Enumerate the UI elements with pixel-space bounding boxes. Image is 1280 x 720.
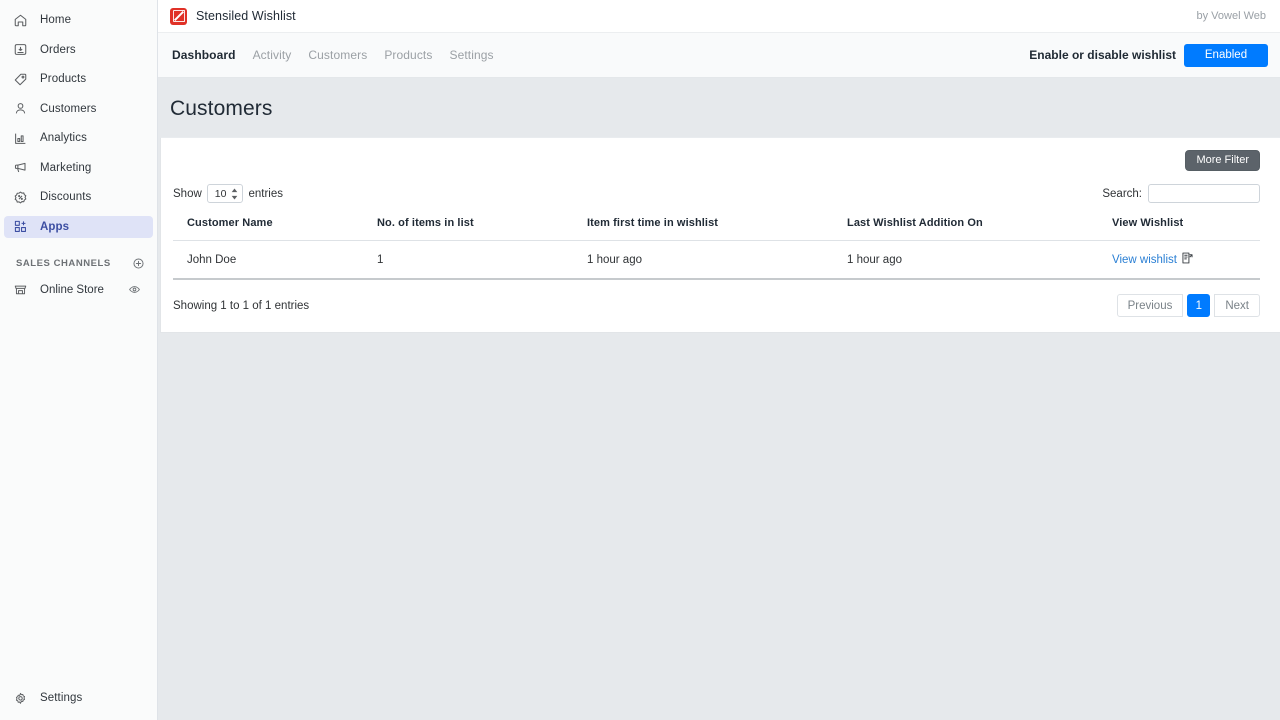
pagination-page-1-button[interactable]: 1	[1187, 294, 1211, 317]
sales-channels-heading: SALES CHANNELS	[16, 257, 111, 269]
tab-activity[interactable]: Activity	[253, 48, 292, 62]
more-filter-button[interactable]: More Filter	[1185, 150, 1260, 171]
column-header-last-addition[interactable]: Last Wishlist Addition On	[847, 217, 1112, 241]
column-header-items-in-list[interactable]: No. of items in list	[377, 217, 587, 241]
app-tab-bar: Dashboard Activity Customers Products Se…	[158, 33, 1280, 78]
sidebar-item-label: Analytics	[40, 132, 87, 144]
view-wishlist-group[interactable]: View wishlist	[1112, 252, 1193, 267]
analytics-bars-icon	[12, 130, 29, 147]
view-wishlist-link[interactable]: View wishlist	[1112, 254, 1177, 266]
sidebar: Home Orders Products Customers Analytics…	[0, 0, 158, 720]
app-byline: by Vowel Web	[1196, 10, 1266, 22]
sidebar-item-customers[interactable]: Customers	[4, 98, 153, 120]
sidebar-item-marketing[interactable]: Marketing	[4, 157, 153, 179]
sales-channels-header: SALES CHANNELS	[16, 257, 145, 270]
table-controls-row: Show 10 entries Search:	[173, 184, 1260, 203]
cell-customer-name: John Doe	[173, 240, 377, 280]
page-title-bar: Customers	[158, 78, 1280, 137]
cell-items-in-list: 1	[377, 240, 587, 280]
sidebar-item-settings[interactable]: Settings	[4, 687, 153, 709]
sidebar-item-products[interactable]: Products	[4, 68, 153, 90]
table-footer-row: Showing 1 to 1 of 1 entries Previous 1 N…	[161, 280, 1280, 332]
sidebar-item-label: Online Store	[40, 283, 104, 296]
tab-products[interactable]: Products	[384, 48, 432, 62]
sidebar-item-online-store[interactable]: Online Store	[4, 279, 149, 301]
plus-circle-icon[interactable]	[132, 257, 145, 270]
table-header-row: Customer Name No. of items in list Item …	[173, 217, 1260, 241]
wishlist-toggle-label: Enable or disable wishlist	[1029, 48, 1176, 62]
cell-last-addition: 1 hour ago	[847, 240, 1112, 280]
sidebar-nav-list: Home Orders Products Customers Analytics…	[0, 0, 157, 238]
gear-icon	[12, 690, 29, 707]
sidebar-item-label: Marketing	[40, 161, 92, 174]
sidebar-item-label: Settings	[40, 692, 83, 704]
show-prefix-label: Show	[173, 187, 202, 200]
sidebar-item-analytics[interactable]: Analytics	[4, 127, 153, 149]
column-header-view-wishlist[interactable]: View Wishlist	[1112, 217, 1260, 241]
sidebar-item-label: Home	[40, 14, 72, 26]
customers-table: Customer Name No. of items in list Item …	[173, 217, 1260, 280]
column-header-first-time[interactable]: Item first time in wishlist	[587, 217, 847, 241]
table-head: Customer Name No. of items in list Item …	[173, 217, 1260, 241]
filter-row: More Filter	[173, 148, 1260, 171]
wishlist-enabled-button[interactable]: Enabled	[1184, 43, 1268, 67]
sidebar-footer: Settings	[0, 687, 157, 720]
tab-list: Dashboard Activity Customers Products Se…	[172, 48, 494, 62]
main-area: Stensiled Wishlist by Vowel Web Dashboar…	[158, 0, 1280, 720]
column-header-customer-name[interactable]: Customer Name	[173, 217, 377, 241]
tab-settings[interactable]: Settings	[449, 48, 493, 62]
app-title: Stensiled Wishlist	[196, 9, 296, 23]
sidebar-item-home[interactable]: Home	[4, 9, 153, 31]
entries-per-page-value: 10	[214, 187, 227, 200]
pagination-previous-button[interactable]: Previous	[1116, 294, 1184, 317]
sidebar-item-apps[interactable]: Apps	[4, 215, 153, 238]
stepper-arrows-icon	[231, 188, 238, 199]
search-group: Search:	[1102, 184, 1260, 203]
tab-customers[interactable]: Customers	[308, 48, 367, 62]
home-icon	[12, 12, 29, 29]
customers-card: More Filter Show 10 entries Search: Cust…	[160, 137, 1280, 333]
sidebar-item-orders[interactable]: Orders	[4, 39, 153, 61]
card-body: More Filter Show 10 entries Search: Cust…	[161, 138, 1280, 280]
sidebar-item-label: Customers	[40, 102, 97, 115]
sidebar-item-label: Discounts	[40, 191, 92, 203]
open-document-icon[interactable]	[1182, 252, 1193, 267]
pagination: Previous 1 Next	[1116, 294, 1260, 317]
stensiled-logo-icon	[170, 7, 187, 25]
show-suffix-label: entries	[248, 187, 283, 200]
table-row: John Doe 1 1 hour ago 1 hour ago View wi…	[173, 240, 1260, 280]
eye-icon[interactable]	[128, 283, 141, 296]
entries-per-page-select[interactable]: 10	[206, 184, 244, 203]
sidebar-item-label: Orders	[40, 43, 76, 56]
wishlist-toggle-group: Enable or disable wishlist Enabled	[1029, 43, 1268, 67]
page-title: Customers	[170, 97, 273, 120]
cell-view-wishlist: View wishlist	[1112, 240, 1260, 280]
sidebar-item-label: Products	[40, 73, 87, 85]
table-body: John Doe 1 1 hour ago 1 hour ago View wi…	[173, 240, 1260, 280]
sidebar-item-discounts[interactable]: Discounts	[4, 186, 153, 208]
show-entries-group: Show 10 entries	[173, 184, 283, 203]
orders-icon	[12, 41, 29, 58]
search-input[interactable]	[1148, 184, 1260, 203]
app-header-bar: Stensiled Wishlist by Vowel Web	[158, 0, 1280, 33]
online-store-icon	[12, 281, 29, 298]
customers-person-icon	[12, 100, 29, 117]
products-tag-icon	[12, 71, 29, 88]
discounts-percent-icon	[12, 189, 29, 206]
marketing-megaphone-icon	[12, 159, 29, 176]
app-root: Home Orders Products Customers Analytics…	[0, 0, 1280, 720]
pagination-next-button[interactable]: Next	[1214, 294, 1260, 317]
showing-entries-text: Showing 1 to 1 of 1 entries	[173, 299, 310, 312]
search-label: Search:	[1102, 187, 1142, 200]
sidebar-item-label: Apps	[40, 220, 70, 233]
tab-dashboard[interactable]: Dashboard	[172, 48, 236, 62]
apps-grid-icon	[12, 218, 29, 235]
app-brand: Stensiled Wishlist	[170, 7, 296, 25]
cell-first-time: 1 hour ago	[587, 240, 847, 280]
